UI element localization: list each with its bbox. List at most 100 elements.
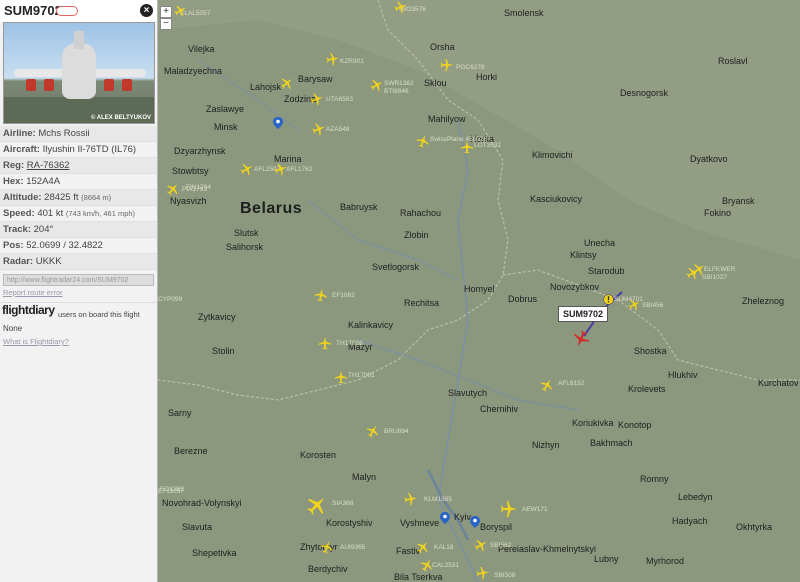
info-key: Airline: [3, 128, 36, 139]
report-route-error-link[interactable]: Report route error [0, 288, 157, 298]
map-pin-icon[interactable] [440, 512, 450, 524]
flightdiary-logo[interactable]: flightdiary [2, 303, 55, 317]
aircraft-label: TH17026 [336, 340, 363, 347]
airplane-icon[interactable] [166, 182, 180, 196]
airplane-icon[interactable] [370, 78, 384, 92]
city-label: Desnogorsk [620, 88, 669, 98]
airplane-icon[interactable] [274, 162, 288, 176]
city-label: Korosten [300, 450, 337, 460]
zoom-in-button[interactable]: + [160, 6, 172, 18]
aircraft-photo[interactable]: © ALEX BELTYUKOV [3, 22, 155, 124]
what-is-flightdiary-link[interactable]: What is Flightdiary? [0, 337, 157, 346]
airplane-icon[interactable] [628, 298, 641, 311]
airplane-icon[interactable] [174, 4, 187, 17]
airplane-icon[interactable] [460, 140, 474, 154]
aircraft-label: SBI456 [642, 302, 664, 309]
airplane-icon[interactable] [420, 558, 434, 572]
airplane-icon[interactable] [404, 492, 418, 506]
city-label: Stolin [212, 346, 235, 356]
city-label: Lubny [594, 554, 619, 564]
aircraft-label: FIN1704 [186, 184, 211, 191]
aircraft-label: SWR1382 [384, 80, 414, 87]
flight-callsign: SUM9702 [4, 3, 62, 18]
airplane-icon[interactable] [318, 336, 332, 350]
aircraft-label: FOX392 [160, 486, 185, 493]
city-label: Vilejka [188, 44, 215, 54]
airplane-icon[interactable] [440, 58, 454, 72]
aircraft-label: AEW171 [522, 506, 548, 513]
airplane-icon[interactable] [366, 424, 380, 438]
city-label: Homyel [464, 284, 495, 294]
city-label: Smolensk [504, 8, 544, 18]
city-label: Krolevets [628, 384, 666, 394]
city-label: Boryspil [480, 522, 513, 532]
city-label: Romny [640, 474, 669, 484]
share-url-field[interactable]: http://www.flightradar24.com/SUM9702 [3, 274, 154, 286]
city-label: Unecha [584, 238, 616, 248]
city-label: Konotop [618, 420, 652, 430]
city-label: Kalinkavicy [348, 320, 394, 330]
city-label: Dzyarzhynsk [174, 146, 226, 156]
selected-airplane-icon[interactable] [572, 330, 590, 348]
city-label: Novohrad-Volynskyi [162, 498, 242, 508]
aircraft-label: KLM1385 [424, 496, 452, 503]
city-label: Bakhmach [590, 438, 633, 448]
airplane-icon[interactable] [280, 76, 294, 90]
map-view[interactable]: + − Belarus Smolensk Orsha Vilejka Malad… [158, 0, 800, 582]
city-label: Stowbtsy [172, 166, 209, 176]
share-toggle-icon[interactable] [56, 6, 78, 16]
aircraft-label: KZR901 [340, 58, 364, 65]
registration-link[interactable]: RA-76362 [27, 160, 70, 171]
aircraft-label: BTI8846 [384, 88, 409, 95]
warning-icon[interactable] [603, 294, 614, 305]
airplane-icon[interactable] [540, 378, 554, 392]
info-key: Aircraft: [3, 144, 40, 155]
info-row-airline: Airline: Mchs Rossii [0, 126, 157, 142]
photo-fuselage [62, 43, 96, 99]
airplane-icon[interactable] [314, 288, 328, 302]
photo-tail [74, 31, 84, 49]
airplane-icon[interactable] [476, 566, 490, 580]
info-value: 401 kt [37, 208, 64, 219]
info-value: 204° [33, 224, 54, 235]
info-value: Ilyushin Il-76TD (IL76) [42, 144, 137, 155]
city-label: Zheleznog [742, 296, 785, 306]
aircraft-label: LOT3532 [474, 142, 502, 149]
city-label: Babruysk [340, 202, 378, 212]
aircraft-label: CYP099 [158, 296, 183, 303]
aircraft-label: SIA368 [332, 500, 354, 507]
city-label: Bila Tserkva [394, 572, 443, 582]
city-label: Kyiv [454, 512, 472, 522]
airplane-icon[interactable] [320, 540, 334, 554]
city-label: Okhtyrka [736, 522, 773, 532]
airplane-icon[interactable] [326, 52, 340, 66]
map-pin-icon[interactable] [273, 117, 283, 129]
airplane-icon[interactable] [692, 262, 706, 276]
photo-engine [104, 79, 114, 91]
airplane-icon[interactable] [416, 540, 430, 554]
city-label: Bryansk [722, 196, 755, 206]
airplane-icon[interactable] [306, 494, 328, 516]
city-label: Novozybkov [550, 282, 600, 292]
airplane-icon[interactable] [474, 538, 488, 552]
airplane-icon[interactable] [394, 0, 408, 14]
zoom-out-button[interactable]: − [160, 18, 172, 30]
city-label: Minsk [214, 122, 238, 132]
city-label: Mahilyow [428, 114, 466, 124]
city-label: Slavutych [448, 388, 488, 398]
airplane-icon[interactable] [312, 122, 326, 136]
airplane-icon[interactable] [334, 370, 348, 384]
info-row-pos: Pos: 52.0699 / 32.4822 [0, 238, 157, 254]
close-button[interactable]: × [140, 4, 153, 17]
city-label: Zytkavicy [198, 312, 236, 322]
info-value: UKKK [35, 256, 62, 267]
city-label: Zlobin [404, 230, 429, 240]
airplane-icon[interactable] [240, 162, 254, 176]
city-label: Svetlogorsk [372, 262, 420, 272]
selected-flight-callout[interactable]: SUM9702 [558, 306, 608, 322]
airplane-icon[interactable] [500, 500, 518, 518]
info-value: 152A4A [26, 176, 61, 187]
map-pin-icon[interactable] [470, 516, 480, 528]
airplane-icon[interactable] [310, 92, 324, 106]
airplane-icon[interactable] [416, 134, 430, 148]
